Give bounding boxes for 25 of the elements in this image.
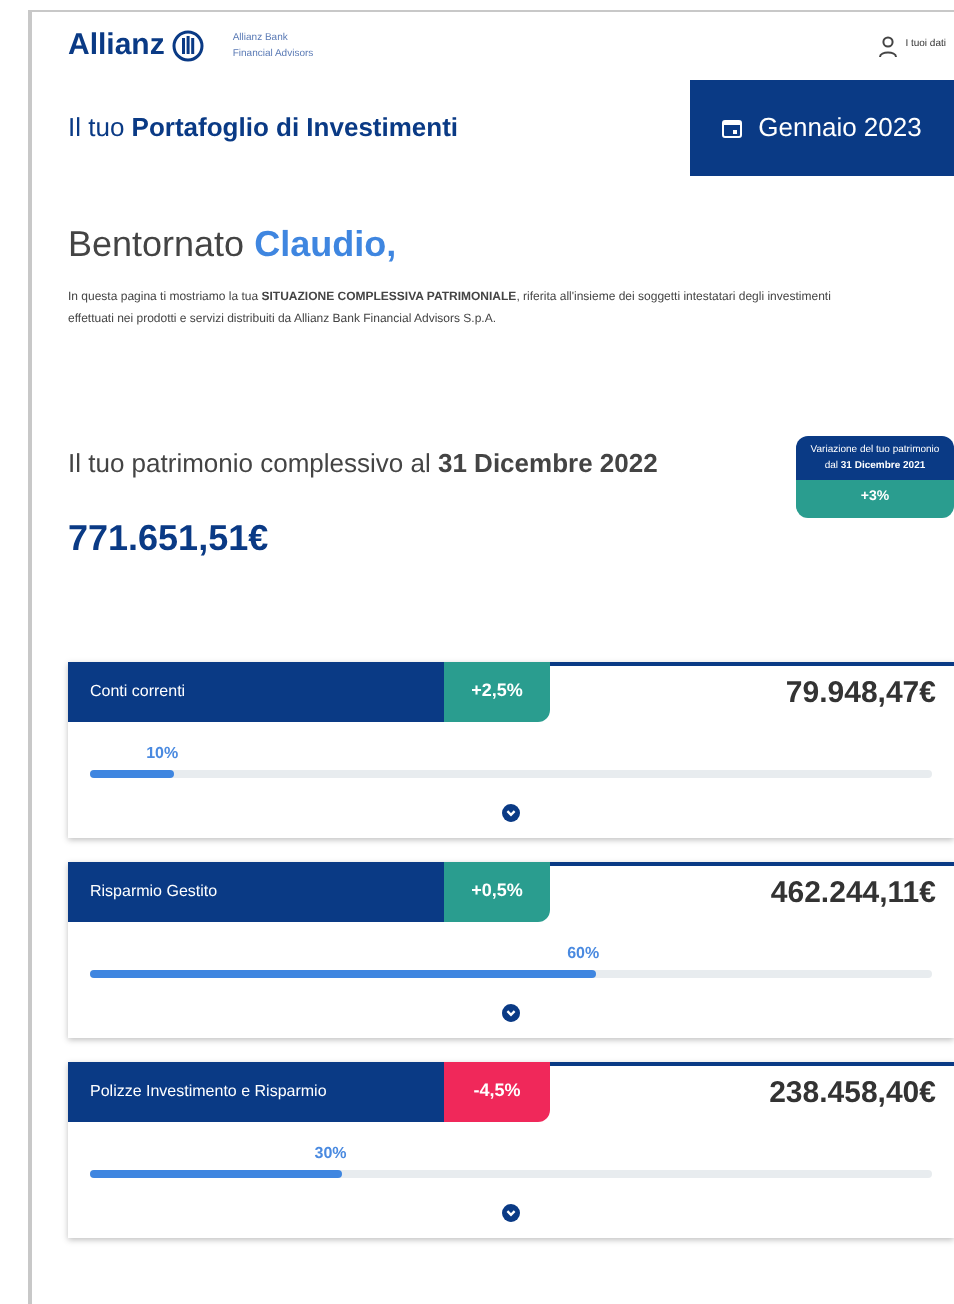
share-label: 60% xyxy=(567,941,600,965)
category-title: Conti correnti xyxy=(68,661,444,721)
allianz-logo-text: Allianz xyxy=(68,25,165,66)
total-heading: Il tuo patrimonio complessivo al 31 Dicembre 2022 xyxy=(68,446,658,482)
period-label: Gennaio 2023 xyxy=(758,110,922,147)
user-name: Claudio, xyxy=(254,222,397,268)
change-badge: -4,5% xyxy=(444,1061,550,1121)
category-amount: 238.458,40€ xyxy=(769,1073,936,1113)
category-title: Risparmio Gestito xyxy=(68,861,444,921)
expand-icon[interactable] xyxy=(502,803,520,821)
total-amount: 771.651,51€ xyxy=(68,515,271,561)
page-title: Il tuo Portafoglio di Investimenti xyxy=(68,110,459,147)
expand-icon[interactable] xyxy=(502,1203,520,1221)
category-amount: 79.948,47€ xyxy=(785,673,936,713)
category-title: Polizze Investimento e Risparmio xyxy=(68,1061,444,1121)
category-amount: 462.244,11€ xyxy=(770,873,936,913)
expand-icon[interactable] xyxy=(502,1003,520,1021)
share-label: 10% xyxy=(146,741,179,765)
period-selector[interactable]: Gennaio 2023 xyxy=(690,80,954,176)
calendar-icon xyxy=(722,118,743,138)
change-badge: +2,5% xyxy=(444,661,550,721)
user-icon[interactable] xyxy=(877,35,898,57)
change-badge: +0,5% xyxy=(444,861,550,921)
greeting: Bentornato xyxy=(68,222,245,268)
share-label: 30% xyxy=(314,1141,347,1165)
